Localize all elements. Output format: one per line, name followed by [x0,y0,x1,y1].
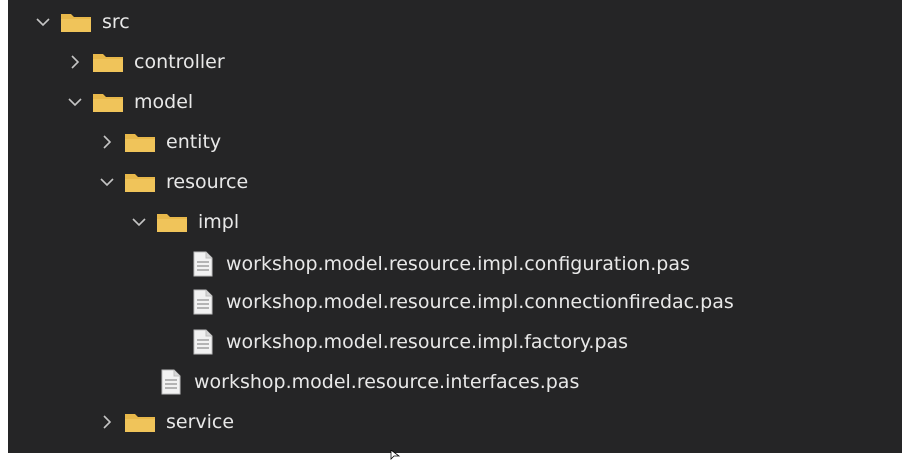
file-icon [193,251,213,277]
folder-icon [61,14,91,32]
folder-icon [93,94,123,112]
chevron-right-icon[interactable] [96,131,118,153]
file-explorer-panel: src controller model entity resource imp… [8,0,902,453]
tree-item-label: workshop.model.resource.impl.factory.pas [226,331,629,353]
tree-item-file-configuration[interactable]: workshop.model.resource.impl.configurati… [192,244,690,284]
file-icon [193,329,213,355]
tree-item-file-interfaces[interactable]: workshop.model.resource.interfaces.pas [160,362,579,402]
folder-icon [125,134,155,152]
tree-item-label: workshop.model.resource.interfaces.pas [194,371,580,393]
chevron-down-icon[interactable] [128,211,150,233]
folder-icon [157,214,187,232]
chevron-right-icon[interactable] [64,51,86,73]
tree-item-controller[interactable]: controller [64,42,225,82]
tree-item-label: resource [166,171,249,193]
tree-item-impl[interactable]: impl [128,202,239,242]
folder-icon [125,414,155,432]
tree-item-label: workshop.model.resource.impl.connectionf… [226,291,734,313]
tree-item-label: entity [166,131,222,153]
folder-icon [125,174,155,192]
tree-item-label: workshop.model.resource.impl.configurati… [226,253,690,275]
tree-item-label: src [102,11,130,33]
file-icon [161,369,181,395]
tree-item-service[interactable]: service [96,402,234,442]
chevron-down-icon[interactable] [96,171,118,193]
tree-item-model[interactable]: model [64,82,193,122]
chevron-down-icon[interactable] [32,11,54,33]
tree-item-label: impl [198,211,240,233]
tree-item-label: service [166,411,235,433]
tree-item-src[interactable]: src [32,2,130,42]
tree-item-file-connectionfiredac[interactable]: workshop.model.resource.impl.connectionf… [192,282,734,322]
tree-item-entity[interactable]: entity [96,122,221,162]
file-icon [193,289,213,315]
tree-item-file-factory[interactable]: workshop.model.resource.impl.factory.pas [192,322,628,362]
chevron-down-icon[interactable] [64,91,86,113]
tree-item-resource[interactable]: resource [96,162,248,202]
tree-item-label: model [134,91,194,113]
chevron-right-icon[interactable] [96,411,118,433]
folder-icon [93,54,123,72]
window-bottom-edge [0,453,902,460]
tree-item-label: controller [134,51,225,73]
mouse-pointer-icon [390,450,401,460]
